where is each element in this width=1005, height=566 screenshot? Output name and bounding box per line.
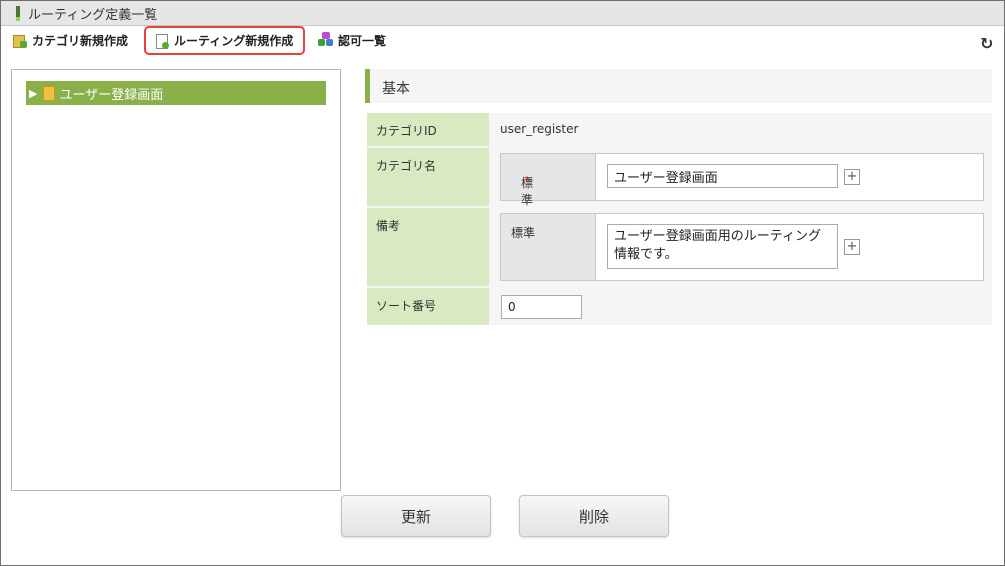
title-bar: ルーティング定義一覧 (1, 1, 1004, 26)
window-title: ルーティング定義一覧 (28, 8, 158, 23)
category-new-button[interactable]: カテゴリ新規作成 (12, 28, 128, 52)
sort-order-label: ソート番号 (376, 299, 437, 313)
add-locale-button[interactable]: + (844, 169, 860, 185)
expand-arrow-icon[interactable]: ▶ (29, 87, 37, 100)
category-new-label: カテゴリ新規作成 (32, 33, 129, 48)
category-id-value-cell: user_register (489, 113, 992, 146)
notes-value-cell: 標準 ユーザー登録画面用のルーティング情報です。 + (489, 208, 992, 286)
routing-new-button[interactable]: ルーティング新規作成 (144, 26, 306, 55)
notes-locale-cell: 標準 (501, 214, 596, 280)
sort-order-label-cell: ソート番号 (367, 288, 489, 325)
category-name-label: カテゴリ名 (376, 159, 437, 173)
update-button[interactable]: 更新 (341, 495, 491, 537)
folder-add-icon (12, 32, 28, 48)
category-name-label-cell: カテゴリ名 (367, 148, 489, 206)
category-name-locale-cell: 標準 * (501, 154, 596, 207)
sort-order-input[interactable] (501, 295, 582, 319)
tree-item-label: ユーザー登録画面 (59, 87, 164, 103)
category-name-input[interactable] (607, 164, 838, 188)
category-name-value-cell: 標準* + (489, 148, 992, 207)
notes-locale-label: 標準 (511, 226, 536, 240)
title-marker-icon (16, 6, 20, 21)
routing-new-label: ルーティング新規作成 (174, 34, 294, 48)
notes-label-cell: 備考 (367, 208, 489, 286)
blocks-icon (318, 32, 334, 48)
authorization-list-button[interactable]: 認可一覧 (318, 28, 386, 52)
authorization-list-label: 認可一覧 (338, 33, 387, 48)
tree-item-user-register[interactable]: ▶ ユーザー登録画面 (26, 81, 326, 105)
app-window: ルーティング定義一覧 カテゴリ新規作成 ルーティング新規作成 認可一覧 ↻ ▶ … (0, 0, 1005, 566)
notes-label: 備考 (376, 219, 401, 233)
category-id-value: user_register (500, 122, 579, 136)
notes-locale-box: 標準 ユーザー登録画面用のルーティング情報です。 + (500, 213, 984, 281)
delete-button[interactable]: 削除 (519, 495, 669, 537)
category-id-label: カテゴリID (376, 124, 437, 138)
folder-icon (43, 85, 56, 101)
add-locale-notes-button[interactable]: + (844, 239, 860, 255)
section-title: 基本 (382, 81, 410, 97)
section-header: 基本 (365, 69, 992, 103)
notes-textarea[interactable]: ユーザー登録画面用のルーティング情報です。 (607, 224, 838, 269)
category-name-locale-box: 標準* + (500, 153, 984, 207)
category-id-label-cell: カテゴリID (367, 113, 489, 146)
toolbar: カテゴリ新規作成 ルーティング新規作成 認可一覧 ↻ (1, 26, 1004, 56)
document-add-icon (154, 33, 170, 49)
refresh-icon[interactable]: ↻ (980, 31, 993, 55)
required-mark: * (524, 174, 530, 188)
category-tree: ▶ ユーザー登録画面 (11, 69, 341, 491)
sort-order-value-cell (489, 288, 992, 325)
